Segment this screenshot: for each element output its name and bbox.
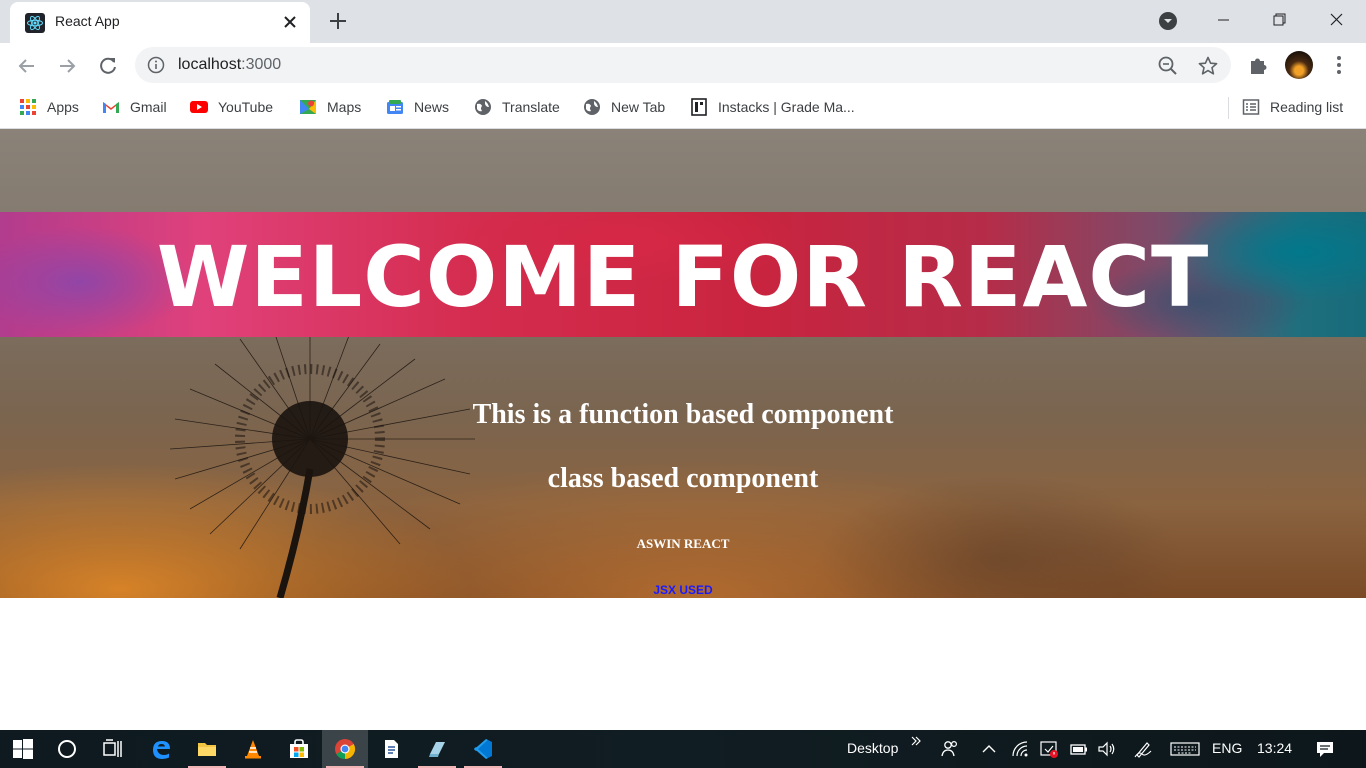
- file-explorer-taskbar-button[interactable]: [184, 730, 230, 768]
- reading-list-label: Reading list: [1270, 99, 1344, 115]
- react-logo-icon: [25, 13, 45, 33]
- volume-icon[interactable]: [1097, 739, 1117, 759]
- security-alert-icon[interactable]: [1039, 739, 1059, 759]
- action-center-icon[interactable]: [1315, 739, 1335, 759]
- store-bag-icon: [290, 739, 308, 758]
- instacks-icon: [691, 98, 707, 116]
- bookmark-maps[interactable]: Maps: [299, 96, 361, 118]
- apps-grid-icon: [20, 99, 36, 115]
- bookmark-label: Translate: [502, 99, 560, 115]
- class-component-heading: class based component: [547, 463, 819, 494]
- news-icon: [387, 100, 403, 114]
- globe-icon: [584, 99, 600, 115]
- bookmarks-divider: [1228, 97, 1229, 119]
- bookmark-gmail[interactable]: Gmail: [102, 96, 167, 118]
- extensions-puzzle-icon[interactable]: [1247, 53, 1271, 77]
- reading-list-button[interactable]: Reading list: [1242, 96, 1343, 118]
- chrome-icon: [335, 739, 356, 760]
- more-menu-icon[interactable]: [1327, 53, 1351, 77]
- pen-workspace-icon[interactable]: [1133, 739, 1153, 759]
- chrome-taskbar-button[interactable]: [322, 730, 368, 768]
- welcome-banner: WELCOME FOR REACT: [0, 212, 1366, 337]
- function-component-heading: This is a function based component: [472, 399, 894, 430]
- site-info-icon[interactable]: [147, 56, 165, 74]
- address-bar[interactable]: localhost:3000: [135, 47, 1231, 83]
- jsx-used-link[interactable]: JSX USED: [0, 583, 1366, 597]
- vlc-taskbar-button[interactable]: [230, 730, 276, 768]
- bookmark-label: Apps: [47, 99, 79, 115]
- web-page: WELCOME FOR REACT This is a function bas…: [0, 129, 1366, 730]
- store-taskbar-button[interactable]: [276, 730, 322, 768]
- desktop-toolbar-label[interactable]: Desktop: [847, 740, 898, 756]
- input-language[interactable]: ENG: [1212, 740, 1242, 756]
- bookmark-instacks[interactable]: Instacks | Grade Ma...: [690, 96, 855, 118]
- eraser-app-icon: [429, 742, 445, 757]
- bookmark-star-icon[interactable]: [1197, 55, 1219, 77]
- minimize-icon[interactable]: [1210, 8, 1236, 32]
- task-view-icon: [103, 739, 122, 757]
- restore-icon[interactable]: [1266, 8, 1292, 32]
- show-hidden-icons-chevron-icon[interactable]: [979, 739, 999, 759]
- author-heading: ASWIN REACT: [636, 536, 730, 551]
- vlc-cone-icon: [245, 740, 261, 759]
- window-close-icon[interactable]: [1323, 8, 1349, 32]
- task-view-button[interactable]: [90, 730, 136, 768]
- tab-strip: React App: [0, 0, 1366, 43]
- bookmarks-bar: Apps Gmail YouTube Maps News Translate N…: [0, 89, 1366, 129]
- bookmark-label: Instacks | Grade Ma...: [718, 99, 855, 115]
- start-button[interactable]: [0, 730, 46, 768]
- bookmark-new-tab[interactable]: New Tab: [583, 96, 665, 118]
- forward-arrow-icon[interactable]: [54, 53, 80, 79]
- bookmark-news[interactable]: News: [386, 96, 449, 118]
- edge-taskbar-button[interactable]: [138, 730, 184, 768]
- bookmark-label: News: [414, 99, 450, 115]
- tab-react-app[interactable]: React App: [10, 2, 310, 43]
- gmail-icon: [103, 102, 119, 113]
- vscode-icon: [474, 739, 492, 759]
- cortana-circle-icon: [58, 740, 76, 758]
- zoom-out-icon[interactable]: [1157, 55, 1179, 77]
- bookmark-youtube[interactable]: YouTube: [190, 96, 273, 118]
- new-tab-plus-icon[interactable]: [326, 9, 350, 33]
- globe-icon: [475, 99, 491, 115]
- clock-time[interactable]: 13:24: [1257, 740, 1292, 756]
- bookmark-translate[interactable]: Translate: [474, 96, 560, 118]
- reload-icon[interactable]: [95, 53, 121, 79]
- tab-title: React App: [55, 13, 120, 29]
- url-port: :3000: [241, 56, 282, 73]
- bookmark-label: Gmail: [130, 99, 167, 115]
- hero-background: WELCOME FOR REACT This is a function bas…: [0, 129, 1366, 598]
- close-tab-icon[interactable]: [280, 12, 300, 32]
- windows-logo-icon: [13, 739, 33, 759]
- back-arrow-icon[interactable]: [14, 53, 40, 79]
- reading-list-icon: [1242, 99, 1260, 115]
- bookmark-apps[interactable]: Apps: [19, 96, 79, 118]
- people-icon[interactable]: [940, 739, 960, 759]
- bookmark-label: Maps: [327, 99, 362, 115]
- tab-search-icon[interactable]: [1157, 10, 1179, 32]
- eraser-taskbar-button[interactable]: [414, 730, 460, 768]
- browser-toolbar: localhost:3000: [0, 43, 1366, 89]
- document-icon: [385, 740, 398, 758]
- youtube-icon: [190, 101, 208, 113]
- touch-keyboard-icon[interactable]: [1170, 739, 1200, 759]
- folder-icon: [198, 743, 216, 756]
- profile-avatar[interactable]: [1285, 51, 1313, 79]
- notepad-taskbar-button[interactable]: [368, 730, 414, 768]
- windows-taskbar: Desktop ENG 13:24: [0, 730, 1366, 768]
- url-text[interactable]: localhost:3000: [178, 56, 281, 74]
- vscode-taskbar-button[interactable]: [460, 730, 506, 768]
- url-host: localhost: [178, 56, 242, 73]
- maps-icon: [300, 100, 316, 114]
- wifi-icon[interactable]: [1010, 739, 1030, 759]
- cortana-button[interactable]: [44, 730, 90, 768]
- double-chevron-icon[interactable]: [909, 734, 923, 748]
- battery-icon[interactable]: [1069, 739, 1089, 759]
- bookmark-label: YouTube: [218, 99, 274, 115]
- edge-browser-icon: [153, 741, 170, 759]
- bookmark-label: New Tab: [611, 99, 666, 115]
- welcome-title: WELCOME FOR REACT: [156, 228, 1210, 326]
